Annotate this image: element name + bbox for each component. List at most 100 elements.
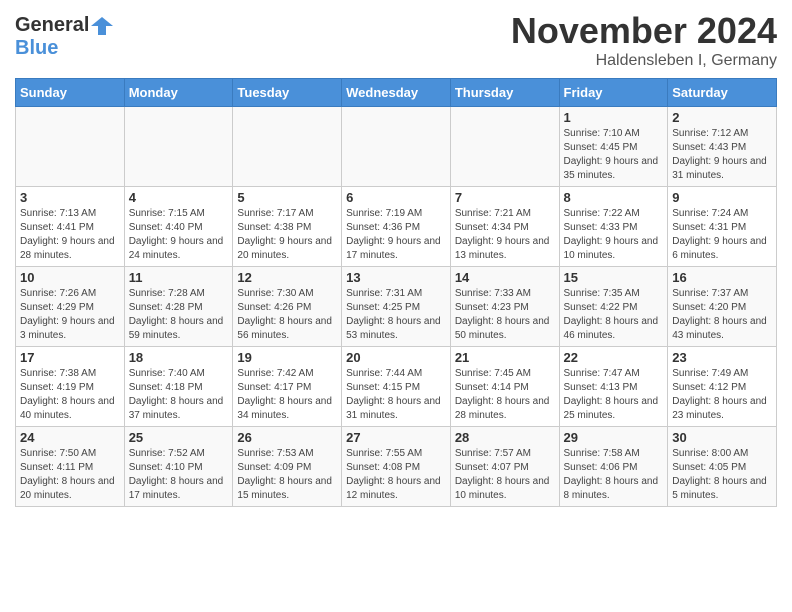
- day-number: 3: [20, 190, 120, 205]
- day-number: 30: [672, 430, 772, 445]
- calendar-day-cell: 1Sunrise: 7:10 AM Sunset: 4:45 PM Daylig…: [559, 107, 668, 187]
- logo: General Blue: [15, 14, 113, 59]
- day-number: 15: [564, 270, 664, 285]
- day-info: Sunrise: 7:12 AM Sunset: 4:43 PM Dayligh…: [672, 127, 772, 183]
- calendar-day-cell: 6 Sunrise: 7:19 AM Sunset: 4:36 PM Daylig…: [342, 187, 451, 267]
- calendar-week-row: 3 Sunrise: 7:13 AM Sunset: 4:41 PM Daylig…: [16, 187, 777, 267]
- weekday-header: Tuesday: [233, 79, 342, 107]
- day-number: 11: [129, 270, 229, 285]
- calendar-day-cell: 8 Sunrise: 7:22 AM Sunset: 4:33 PM Daylig…: [559, 187, 668, 267]
- day-number: 23: [672, 350, 772, 365]
- weekday-header: Thursday: [450, 79, 559, 107]
- calendar-day-cell: [124, 107, 233, 187]
- day-number: 13: [346, 270, 446, 285]
- calendar-week-row: 1Sunrise: 7:10 AM Sunset: 4:45 PM Daylig…: [16, 107, 777, 187]
- calendar-day-cell: 7Sunrise: 7:21 AM Sunset: 4:34 PM Daylig…: [450, 187, 559, 267]
- weekday-header: Friday: [559, 79, 668, 107]
- day-info: Sunrise: 7:17 AM Sunset: 4:38 PM Dayligh…: [237, 207, 337, 263]
- calendar-day-cell: [233, 107, 342, 187]
- calendar-day-cell: 16 Sunrise: 7:37 AM Sunset: 4:20 PM Dayli…: [668, 267, 777, 347]
- day-info: Sunrise: 7:37 AM Sunset: 4:20 PM Dayligh…: [672, 287, 772, 343]
- day-info: Sunrise: 7:52 AM Sunset: 4:10 PM Dayligh…: [129, 447, 229, 503]
- calendar-day-cell: 29Sunrise: 7:58 AM Sunset: 4:06 PM Dayli…: [559, 427, 668, 507]
- weekday-header: Saturday: [668, 79, 777, 107]
- logo-line1: General: [15, 14, 113, 37]
- logo-line2: Blue: [15, 37, 113, 59]
- day-number: 6: [346, 190, 446, 205]
- calendar-day-cell: 12 Sunrise: 7:30 AM Sunset: 4:26 PM Dayli…: [233, 267, 342, 347]
- calendar-week-row: 17 Sunrise: 7:38 AM Sunset: 4:19 PM Dayli…: [16, 347, 777, 427]
- day-info: Sunrise: 7:24 AM Sunset: 4:31 PM Dayligh…: [672, 207, 772, 263]
- day-number: 7: [455, 190, 555, 205]
- day-number: 22: [564, 350, 664, 365]
- calendar-day-cell: [342, 107, 451, 187]
- calendar-day-cell: 2 Sunrise: 7:12 AM Sunset: 4:43 PM Daylig…: [668, 107, 777, 187]
- weekday-header-row: SundayMondayTuesdayWednesdayThursdayFrid…: [16, 79, 777, 107]
- calendar-day-cell: 28 Sunrise: 7:57 AM Sunset: 4:07 PM Dayli…: [450, 427, 559, 507]
- calendar-day-cell: 22 Sunrise: 7:47 AM Sunset: 4:13 PM Dayli…: [559, 347, 668, 427]
- day-number: 28: [455, 430, 555, 445]
- calendar-day-cell: 10 Sunrise: 7:26 AM Sunset: 4:29 PM Dayli…: [16, 267, 125, 347]
- day-number: 24: [20, 430, 120, 445]
- calendar-day-cell: 15 Sunrise: 7:35 AM Sunset: 4:22 PM Dayli…: [559, 267, 668, 347]
- calendar-day-cell: 27 Sunrise: 7:55 AM Sunset: 4:08 PM Dayli…: [342, 427, 451, 507]
- day-info: Sunrise: 7:30 AM Sunset: 4:26 PM Dayligh…: [237, 287, 337, 343]
- day-number: 29: [564, 430, 664, 445]
- day-info: Sunrise: 7:19 AM Sunset: 4:36 PM Dayligh…: [346, 207, 446, 263]
- calendar-day-cell: 20Sunrise: 7:44 AM Sunset: 4:15 PM Dayli…: [342, 347, 451, 427]
- calendar-day-cell: 17 Sunrise: 7:38 AM Sunset: 4:19 PM Dayli…: [16, 347, 125, 427]
- calendar-week-row: 10 Sunrise: 7:26 AM Sunset: 4:29 PM Dayli…: [16, 267, 777, 347]
- day-info: Sunrise: 8:00 AM Sunset: 4:05 PM Dayligh…: [672, 447, 772, 503]
- weekday-header: Sunday: [16, 79, 125, 107]
- location-title: Haldensleben I, Germany: [511, 52, 777, 70]
- calendar-day-cell: [16, 107, 125, 187]
- calendar-day-cell: 19 Sunrise: 7:42 AM Sunset: 4:17 PM Dayli…: [233, 347, 342, 427]
- calendar-day-cell: 24 Sunrise: 7:50 AM Sunset: 4:11 PM Dayli…: [16, 427, 125, 507]
- day-info: Sunrise: 7:33 AM Sunset: 4:23 PM Dayligh…: [455, 287, 555, 343]
- day-number: 27: [346, 430, 446, 445]
- day-info: Sunrise: 7:50 AM Sunset: 4:11 PM Dayligh…: [20, 447, 120, 503]
- calendar-day-cell: 4 Sunrise: 7:15 AM Sunset: 4:40 PM Daylig…: [124, 187, 233, 267]
- day-number: 17: [20, 350, 120, 365]
- calendar-day-cell: 3 Sunrise: 7:13 AM Sunset: 4:41 PM Daylig…: [16, 187, 125, 267]
- calendar-day-cell: 9 Sunrise: 7:24 AM Sunset: 4:31 PM Daylig…: [668, 187, 777, 267]
- day-info: Sunrise: 7:15 AM Sunset: 4:40 PM Dayligh…: [129, 207, 229, 263]
- day-info: Sunrise: 7:13 AM Sunset: 4:41 PM Dayligh…: [20, 207, 120, 263]
- day-info: Sunrise: 7:44 AM Sunset: 4:15 PM Dayligh…: [346, 367, 446, 423]
- day-info: Sunrise: 7:53 AM Sunset: 4:09 PM Dayligh…: [237, 447, 337, 503]
- logo-bird-icon: [91, 15, 113, 37]
- title-area: November 2024 Haldensleben I, Germany: [511, 10, 777, 70]
- day-number: 4: [129, 190, 229, 205]
- day-number: 25: [129, 430, 229, 445]
- day-number: 2: [672, 110, 772, 125]
- calendar-day-cell: 25 Sunrise: 7:52 AM Sunset: 4:10 PM Dayli…: [124, 427, 233, 507]
- day-info: Sunrise: 7:57 AM Sunset: 4:07 PM Dayligh…: [455, 447, 555, 503]
- day-info: Sunrise: 7:49 AM Sunset: 4:12 PM Dayligh…: [672, 367, 772, 423]
- day-number: 16: [672, 270, 772, 285]
- day-info: Sunrise: 7:10 AM Sunset: 4:45 PM Dayligh…: [564, 127, 664, 183]
- day-info: Sunrise: 7:55 AM Sunset: 4:08 PM Dayligh…: [346, 447, 446, 503]
- calendar-week-row: 24 Sunrise: 7:50 AM Sunset: 4:11 PM Dayli…: [16, 427, 777, 507]
- weekday-header: Wednesday: [342, 79, 451, 107]
- day-info: Sunrise: 7:28 AM Sunset: 4:28 PM Dayligh…: [129, 287, 229, 343]
- calendar-table: SundayMondayTuesdayWednesdayThursdayFrid…: [15, 78, 777, 507]
- day-info: Sunrise: 7:22 AM Sunset: 4:33 PM Dayligh…: [564, 207, 664, 263]
- day-info: Sunrise: 7:42 AM Sunset: 4:17 PM Dayligh…: [237, 367, 337, 423]
- day-info: Sunrise: 7:47 AM Sunset: 4:13 PM Dayligh…: [564, 367, 664, 423]
- calendar-day-cell: 23 Sunrise: 7:49 AM Sunset: 4:12 PM Dayli…: [668, 347, 777, 427]
- calendar-day-cell: 21Sunrise: 7:45 AM Sunset: 4:14 PM Dayli…: [450, 347, 559, 427]
- day-number: 8: [564, 190, 664, 205]
- day-number: 10: [20, 270, 120, 285]
- day-info: Sunrise: 7:40 AM Sunset: 4:18 PM Dayligh…: [129, 367, 229, 423]
- calendar-body: 1Sunrise: 7:10 AM Sunset: 4:45 PM Daylig…: [16, 107, 777, 507]
- day-number: 12: [237, 270, 337, 285]
- day-info: Sunrise: 7:35 AM Sunset: 4:22 PM Dayligh…: [564, 287, 664, 343]
- day-info: Sunrise: 7:38 AM Sunset: 4:19 PM Dayligh…: [20, 367, 120, 423]
- day-number: 19: [237, 350, 337, 365]
- day-info: Sunrise: 7:26 AM Sunset: 4:29 PM Dayligh…: [20, 287, 120, 343]
- day-number: 9: [672, 190, 772, 205]
- weekday-header: Monday: [124, 79, 233, 107]
- calendar-day-cell: 26Sunrise: 7:53 AM Sunset: 4:09 PM Dayli…: [233, 427, 342, 507]
- calendar-day-cell: 30 Sunrise: 8:00 AM Sunset: 4:05 PM Dayli…: [668, 427, 777, 507]
- header: General Blue November 2024 Haldensleben …: [15, 10, 777, 70]
